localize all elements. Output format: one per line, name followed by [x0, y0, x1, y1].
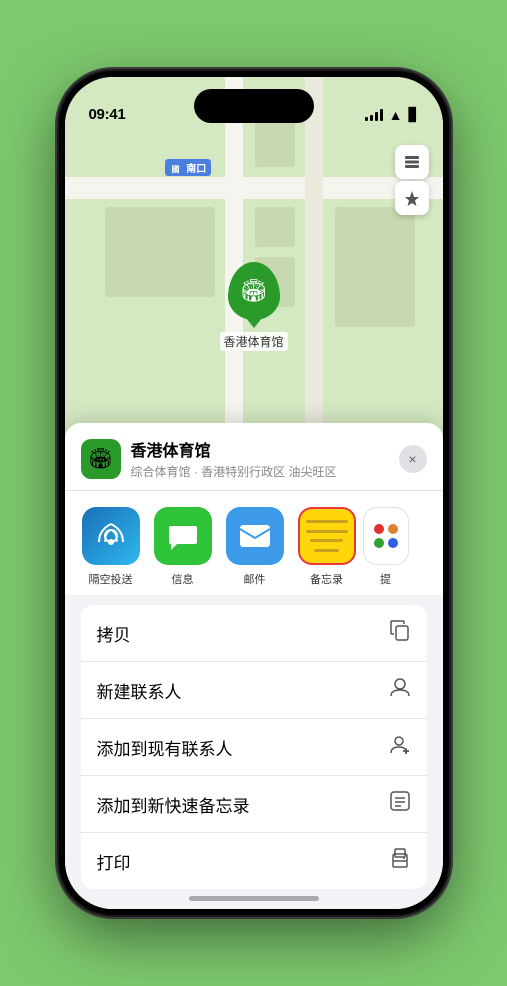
- location-button[interactable]: [395, 181, 429, 215]
- messages-label: 信息: [172, 571, 194, 587]
- airdrop-icon: [82, 507, 140, 565]
- action-quick-note-label: 添加到新快速备忘录: [97, 792, 250, 817]
- action-add-to-contact[interactable]: 添加到现有联系人: [81, 719, 427, 776]
- pin-drop-shape: 🏟: [228, 262, 280, 320]
- action-quick-note[interactable]: 添加到新快速备忘录: [81, 776, 427, 833]
- battery-icon: ▊: [409, 107, 419, 123]
- venue-info: 香港体育馆 综合体育馆 · 香港特别行政区 油尖旺区: [131, 437, 399, 480]
- road-prefix: 國: [170, 165, 182, 174]
- map-controls: [395, 145, 429, 215]
- signal-bars-icon: [365, 109, 383, 121]
- road-name: 南口: [186, 164, 206, 175]
- bottom-sheet: 🏟 香港体育馆 综合体育馆 · 香港特别行政区 油尖旺区 × 隔空投送: [65, 423, 443, 909]
- location-pin: 🏟 香港体育馆: [220, 262, 288, 351]
- home-indicator: [189, 896, 319, 901]
- action-add-contact-label: 添加到现有联系人: [97, 735, 233, 760]
- print-icon: [389, 847, 411, 875]
- sheet-header: 🏟 香港体育馆 综合体育馆 · 香港特别行政区 油尖旺区 ×: [65, 423, 443, 491]
- mail-icon: [226, 507, 284, 565]
- share-item-messages[interactable]: 信息: [147, 507, 219, 587]
- share-item-airdrop[interactable]: 隔空投送: [75, 507, 147, 587]
- status-time: 09:41: [89, 106, 126, 123]
- phone-frame: 09:41 ▲ ▊ 國: [59, 71, 449, 915]
- map-block-1: [105, 207, 215, 297]
- messages-icon: [154, 507, 212, 565]
- action-copy[interactable]: 拷贝: [81, 605, 427, 662]
- more-icon: [363, 507, 409, 565]
- pin-venue-icon: 🏟: [240, 280, 268, 302]
- new-contact-icon: [389, 676, 411, 704]
- more-label: 提: [380, 571, 391, 587]
- copy-icon: [389, 619, 411, 647]
- mail-label: 邮件: [244, 571, 266, 587]
- map-block-4: [335, 207, 415, 327]
- action-list: 拷贝 新建联系人 添加到现有联系人: [81, 605, 427, 889]
- phone-screen: 09:41 ▲ ▊ 國: [65, 77, 443, 909]
- share-item-mail[interactable]: 邮件: [219, 507, 291, 587]
- quick-note-icon: [389, 790, 411, 818]
- share-row: 隔空投送 信息 邮件: [65, 491, 443, 595]
- road-label: 國 南口: [165, 159, 212, 176]
- map-block-2: [255, 207, 295, 247]
- add-contact-icon: [389, 733, 411, 761]
- action-print[interactable]: 打印: [81, 833, 427, 889]
- airdrop-label: 隔空投送: [89, 571, 133, 587]
- status-icons: ▲ ▊: [365, 107, 419, 123]
- venue-sub: 综合体育馆 · 香港特别行政区 油尖旺区: [131, 463, 399, 480]
- action-new-contact[interactable]: 新建联系人: [81, 662, 427, 719]
- venue-icon: 🏟: [81, 439, 121, 479]
- map-layers-button[interactable]: [395, 145, 429, 179]
- map-road-horizontal: [65, 177, 443, 199]
- venue-name: 香港体育馆: [131, 437, 399, 461]
- close-button[interactable]: ×: [399, 445, 427, 473]
- action-print-label: 打印: [97, 849, 131, 874]
- action-new-contact-label: 新建联系人: [97, 678, 182, 703]
- wifi-icon: ▲: [389, 107, 403, 123]
- notes-icon: [298, 507, 356, 565]
- pin-label: 香港体育馆: [220, 332, 288, 351]
- share-item-more[interactable]: 提: [363, 507, 409, 587]
- notes-label: 备忘录: [310, 571, 343, 587]
- more-circles: [374, 507, 398, 565]
- share-item-notes[interactable]: 备忘录: [291, 507, 363, 587]
- action-copy-label: 拷贝: [97, 621, 131, 646]
- dynamic-island: [194, 89, 314, 123]
